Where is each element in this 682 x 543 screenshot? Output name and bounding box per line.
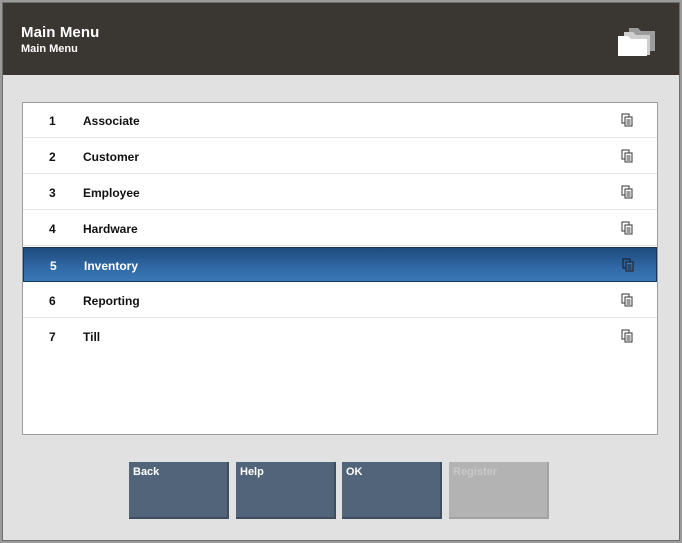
menu-item-number: 7: [49, 330, 56, 344]
app-window: Main Menu Main Menu 1 Associate 2 Custom…: [2, 2, 680, 541]
menu-item-customer[interactable]: 2 Customer: [23, 139, 657, 174]
back-button[interactable]: Back: [129, 462, 229, 519]
document-copy-icon: [622, 258, 634, 272]
menu-item-label: Till: [83, 330, 101, 344]
menu-item-number: 2: [49, 150, 56, 164]
help-button[interactable]: Help: [236, 462, 336, 519]
menu-item-associate[interactable]: 1 Associate: [23, 103, 657, 138]
page-title: Main Menu: [21, 24, 100, 41]
document-copy-icon: [621, 149, 633, 163]
menu-item-reporting[interactable]: 6 Reporting: [23, 283, 657, 318]
ok-button[interactable]: OK: [342, 462, 442, 519]
menu-item-number: 1: [49, 114, 56, 128]
document-copy-icon: [621, 221, 633, 235]
document-copy-icon: [621, 113, 633, 127]
menu-item-label: Customer: [83, 150, 140, 164]
page-subtitle: Main Menu: [21, 43, 78, 55]
menu-item-inventory[interactable]: 5 Inventory: [23, 247, 657, 282]
menu-item-employee[interactable]: 3 Employee: [23, 175, 657, 210]
menu-item-till[interactable]: 7 Till: [23, 319, 657, 354]
header-bar: Main Menu Main Menu: [3, 3, 679, 75]
menu-item-label: Associate: [83, 114, 140, 128]
menu-item-number: 6: [49, 294, 56, 308]
menu-item-label: Reporting: [83, 294, 140, 308]
menu-item-number: 3: [49, 186, 56, 200]
document-copy-icon: [621, 329, 633, 343]
menu-list: 1 Associate 2 Customer 3 Employee 4 Hard…: [22, 102, 658, 435]
menu-item-number: 4: [49, 222, 56, 236]
menu-item-label: Employee: [83, 186, 140, 200]
menu-item-label: Hardware: [83, 222, 138, 236]
menu-item-label: Inventory: [84, 259, 139, 273]
menu-item-hardware[interactable]: 4 Hardware: [23, 211, 657, 246]
menu-item-number: 5: [50, 259, 57, 273]
document-copy-icon: [621, 185, 633, 199]
folders-icon: [618, 28, 655, 56]
register-button[interactable]: Register: [449, 462, 549, 519]
document-copy-icon: [621, 293, 633, 307]
